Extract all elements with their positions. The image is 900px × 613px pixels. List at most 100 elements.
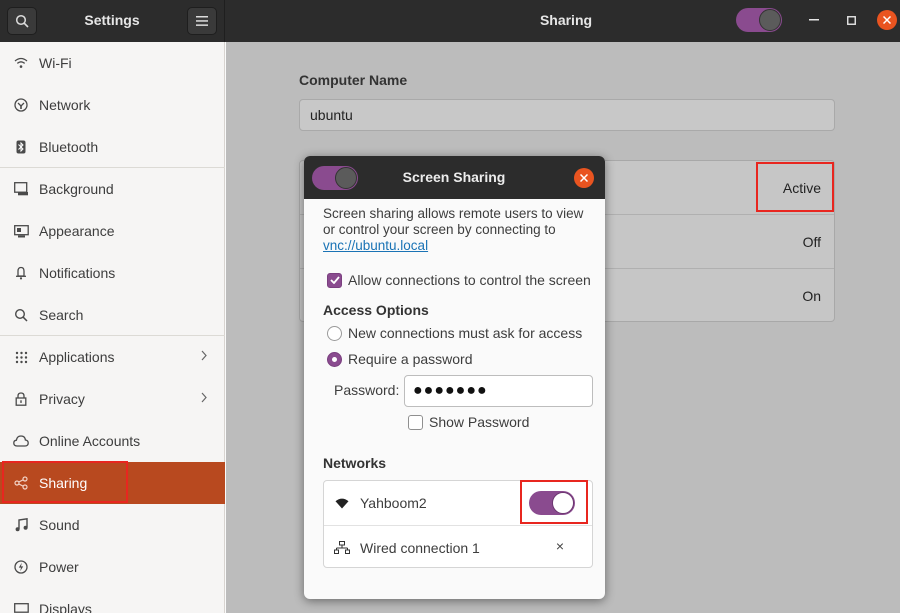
chevron-right-icon (201, 349, 207, 364)
computer-name-label: Computer Name (299, 72, 408, 88)
dialog-header: Screen Sharing (304, 156, 605, 199)
sidebar-item-background[interactable]: Background (0, 168, 225, 210)
hamburger-icon (196, 16, 208, 26)
sidebar-item-bluetooth[interactable]: Bluetooth (0, 126, 225, 168)
screen-sharing-toggle[interactable] (312, 166, 358, 190)
require-password-radio[interactable] (327, 351, 342, 367)
network-name: Wired connection 1 (360, 539, 480, 556)
sidebar-header: Settings (0, 0, 225, 42)
computer-name-input[interactable]: ubuntu (299, 99, 835, 131)
privacy-icon (12, 390, 30, 408)
sharing-master-toggle[interactable] (736, 8, 782, 32)
screen-sharing-dialog: Screen Sharing Screen sharing allows rem… (304, 156, 605, 599)
sidebar-item-notifications[interactable]: Notifications (0, 252, 225, 294)
sidebar-item-label: Online Accounts (39, 433, 141, 449)
search-icon (15, 14, 29, 28)
displays-icon (12, 600, 30, 613)
sidebar-item-network[interactable]: Network (0, 84, 225, 126)
show-password-row[interactable]: Show Password (408, 414, 529, 430)
dialog-description: Screen sharing allows remote users to vi… (323, 206, 595, 254)
sidebar-item-label: Notifications (39, 265, 116, 281)
sidebar-item-sound[interactable]: Sound (0, 504, 225, 546)
chevron-right-icon (201, 391, 207, 406)
sidebar-item-label: Appearance (39, 223, 115, 239)
menu-button[interactable] (187, 7, 217, 35)
ask-access-label: New connections must ask for access (348, 325, 583, 341)
power-icon (12, 558, 30, 576)
show-password-checkbox[interactable] (408, 414, 423, 430)
close-icon (883, 16, 891, 24)
password-field[interactable]: ●●●●●●● (404, 375, 593, 407)
sidebar-item-label: Search (39, 307, 84, 323)
sharing-icon (12, 474, 30, 492)
sidebar-item-label: Sharing (39, 475, 88, 491)
maximize-icon (846, 15, 856, 25)
sidebar-item-label: Applications (39, 349, 115, 365)
ask-access-radio[interactable] (327, 325, 342, 341)
search-icon (12, 306, 30, 324)
toggle-knob (335, 167, 357, 189)
network-icon (12, 96, 30, 114)
sidebar-item-label: Privacy (39, 391, 85, 407)
service-status: Off (802, 234, 821, 250)
allow-control-row[interactable]: Allow connections to control the screen (327, 272, 591, 288)
window-close-button[interactable] (877, 10, 897, 30)
applications-icon (12, 348, 30, 366)
wifi-icon (12, 54, 30, 72)
sidebar-item-label: Power (39, 559, 79, 575)
sidebar-item-power[interactable]: Power (0, 546, 225, 588)
sidebar-item-label: Wi-Fi (39, 55, 72, 71)
maximize-button[interactable] (841, 10, 861, 30)
minimize-icon (809, 19, 819, 21)
toggle-knob (759, 9, 781, 31)
sidebar-item-label: Sound (39, 517, 80, 533)
header-bar: Settings Sharing (0, 0, 900, 42)
sidebar-item-label: Displays (39, 601, 92, 613)
network-row: Wired connection 1 × (324, 525, 592, 569)
toggle-knob (552, 492, 574, 514)
wifi-icon (334, 495, 350, 511)
page-title: Sharing (539, 12, 593, 28)
remove-network-button[interactable]: × (552, 538, 568, 556)
sidebar-item-displays[interactable]: Displays (0, 588, 225, 613)
notifications-icon (12, 264, 30, 282)
appearance-icon (12, 222, 30, 240)
require-password-label: Require a password (348, 351, 473, 367)
network-row: Yahboom2 (324, 481, 592, 525)
sidebar-item-label: Background (39, 181, 114, 197)
networks-list: Yahboom2 Wired connection 1 × (323, 480, 593, 568)
sidebar-item-search[interactable]: Search (0, 294, 225, 336)
dialog-title: Screen Sharing (402, 169, 506, 185)
sidebar: Wi-Fi Network Bluetooth Background Appea… (0, 42, 225, 613)
sidebar-item-sharing[interactable]: Sharing (0, 462, 225, 504)
show-password-label: Show Password (429, 414, 530, 430)
sidebar-item-applications[interactable]: Applications (0, 336, 225, 378)
ask-access-option[interactable]: New connections must ask for access (327, 325, 582, 341)
search-button[interactable] (7, 7, 37, 35)
access-options-heading: Access Options (323, 302, 429, 318)
sidebar-item-label: Network (39, 97, 91, 113)
checkmark-icon (329, 276, 340, 284)
background-icon (12, 180, 30, 198)
minimize-button[interactable] (804, 10, 824, 30)
vnc-link[interactable]: vnc://ubuntu.local (323, 238, 428, 253)
sidebar-item-appearance[interactable]: Appearance (0, 210, 225, 252)
online-accounts-icon (12, 432, 30, 450)
sidebar-item-wifi[interactable]: Wi-Fi (0, 42, 225, 84)
description-text: Screen sharing allows remote users to vi… (323, 206, 584, 237)
bluetooth-icon (12, 138, 30, 156)
close-icon (580, 174, 588, 182)
network-name: Yahboom2 (360, 495, 427, 511)
network-enable-toggle[interactable] (529, 491, 575, 515)
sidebar-item-label: Bluetooth (39, 139, 99, 155)
allow-control-checkbox[interactable] (327, 272, 342, 288)
service-status: On (802, 288, 821, 304)
require-password-option[interactable]: Require a password (327, 351, 473, 367)
service-status: Active (782, 180, 821, 196)
password-label: Password: (334, 382, 400, 398)
sidebar-item-privacy[interactable]: Privacy (0, 378, 225, 420)
allow-control-label: Allow connections to control the screen (348, 272, 591, 288)
wired-network-icon (334, 540, 350, 556)
sidebar-item-online-accounts[interactable]: Online Accounts (0, 420, 225, 462)
dialog-close-button[interactable] (574, 168, 594, 188)
